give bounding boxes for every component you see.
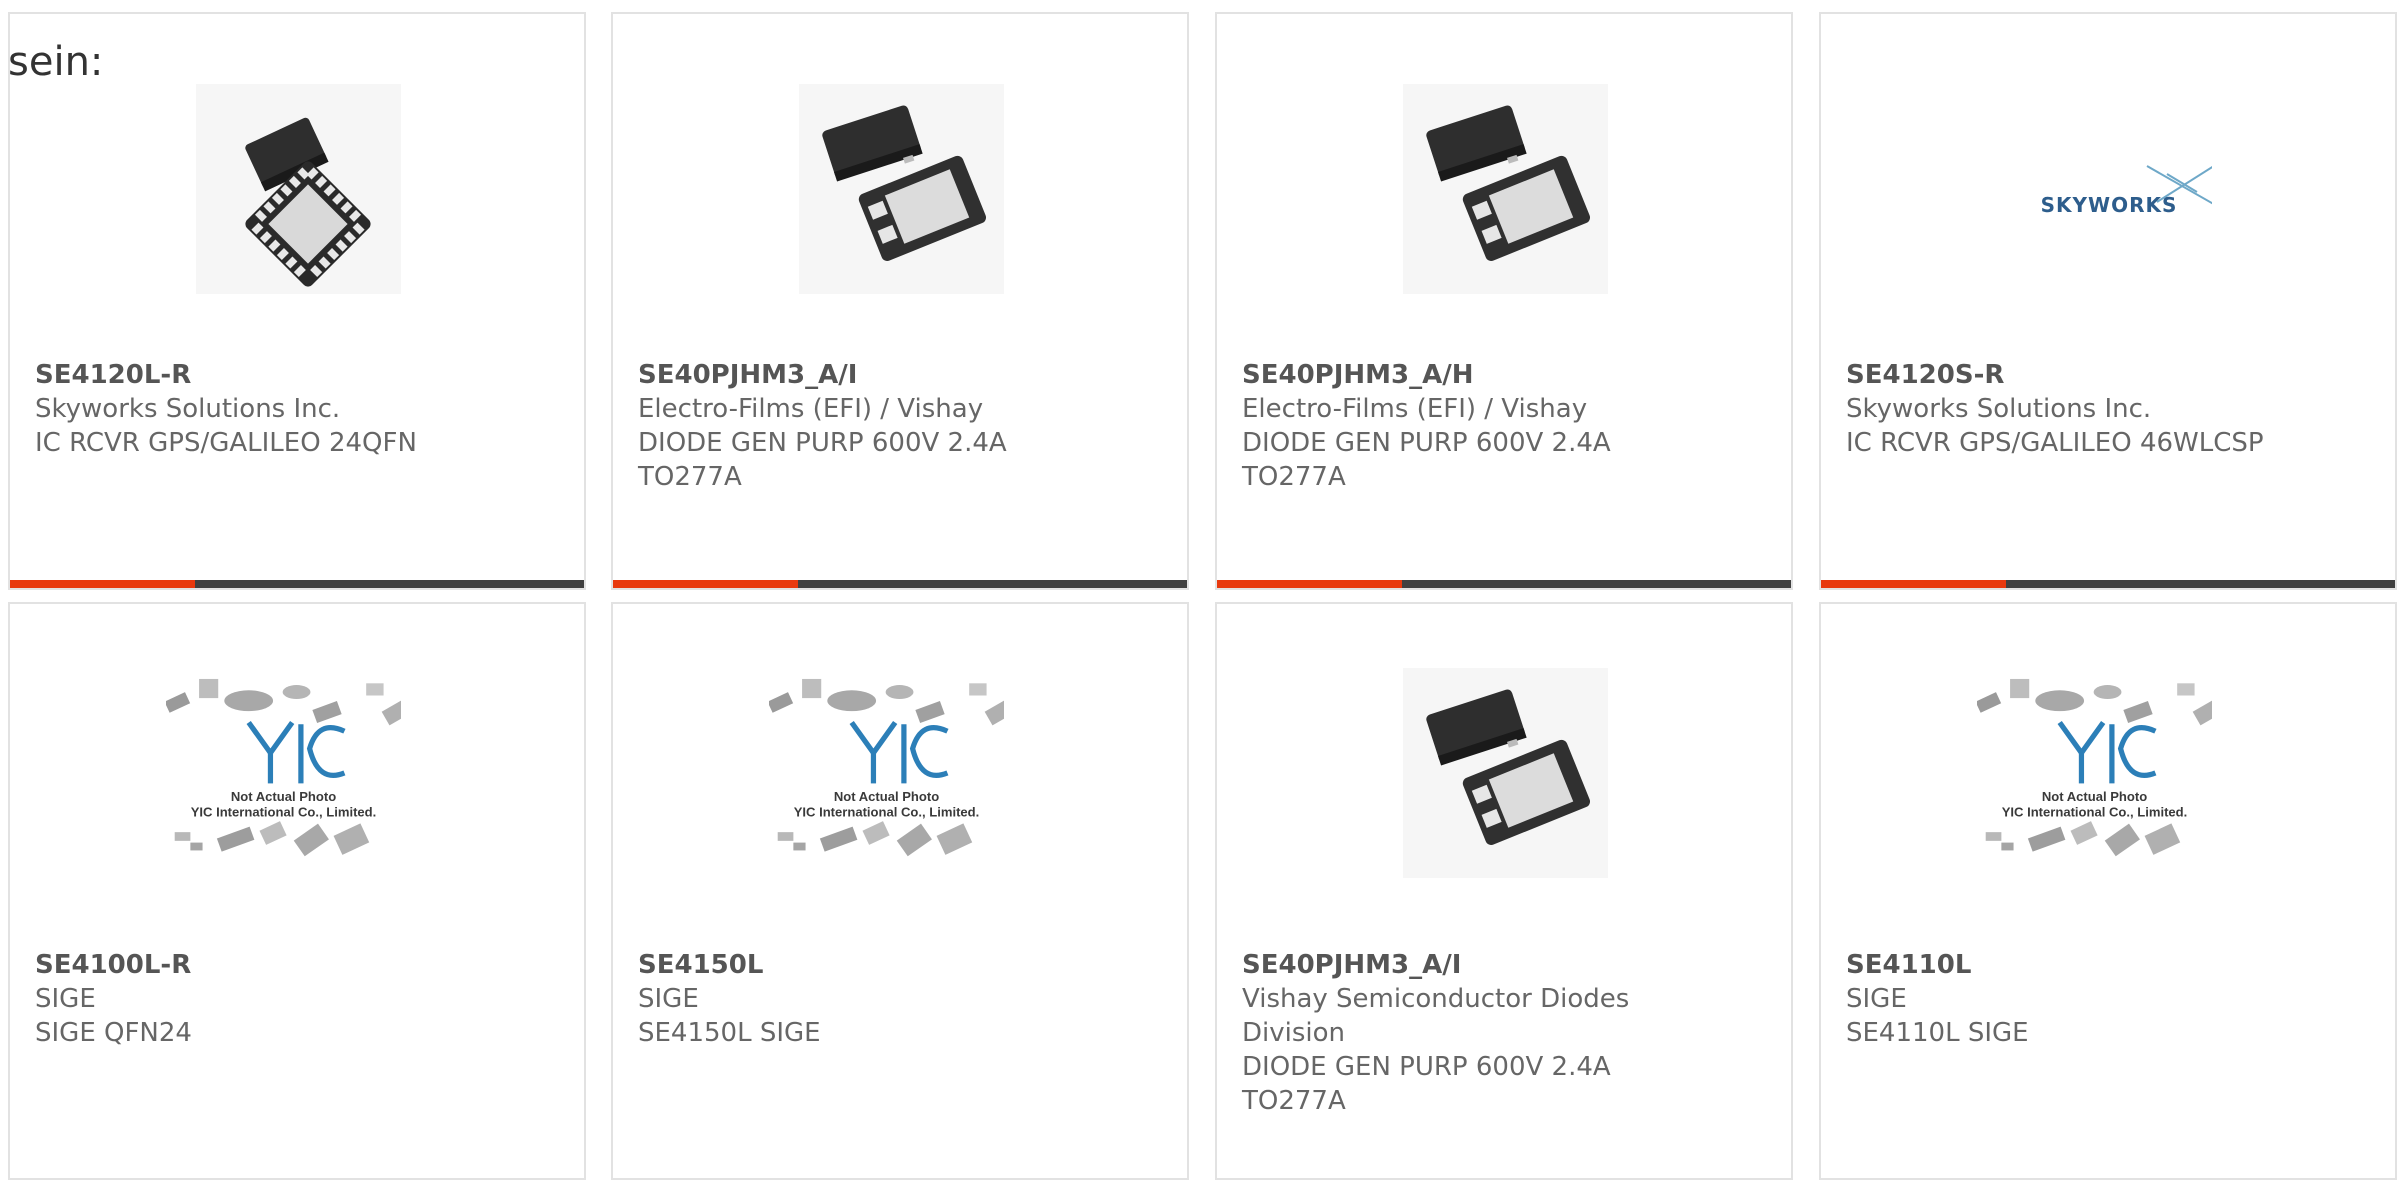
manufacturer-name: SIGE <box>35 984 96 1014</box>
card-accent-strip <box>1217 580 1402 588</box>
manufacturer-name: Electro-Films (EFI) / Vishay <box>1242 394 1588 424</box>
part-number-link[interactable]: SE4150L <box>638 948 1167 982</box>
product-info: SE4120S-R Skyworks Solutions Inc. IC RCVR … <box>1846 358 2375 460</box>
manufacturer-name: SIGE <box>1846 984 1907 1014</box>
product-image[interactable] <box>1403 668 1608 878</box>
product-card[interactable]: Not Actual Photo YIC International Co., … <box>611 602 1189 1180</box>
product-description-line: DIODE GEN PURP 600V 2.4A <box>1242 1052 1611 1082</box>
svg-text:SKYWORKS: SKYWORKS <box>2041 193 2178 217</box>
product-info: SE40PJHM3_A/H Electro-Films (EFI) / Visha… <box>1242 358 1771 494</box>
part-number-link[interactable]: SE40PJHM3_A/I <box>638 358 1167 392</box>
svg-text:Not Actual Photo: Not Actual Photo <box>2042 789 2147 804</box>
part-number-link[interactable]: SE4100L-R <box>35 948 564 982</box>
not-actual-photo-image[interactable]: Not Actual Photo YIC International Co., … <box>166 668 401 878</box>
part-number-link[interactable]: SE4120L-R <box>35 358 564 392</box>
product-description-line: TO277A <box>638 462 742 492</box>
product-info: SE4100L-R SIGE SIGE QFN24 <box>35 948 564 1050</box>
svg-text:Not Actual Photo: Not Actual Photo <box>834 789 939 804</box>
part-number-link[interactable]: SE40PJHM3_A/H <box>1242 358 1771 392</box>
card-accent-strip <box>613 580 798 588</box>
product-description-line: SIGE QFN24 <box>35 1018 192 1048</box>
product-description-line: IC RCVR GPS/GALILEO 46WLCSP <box>1846 428 2264 458</box>
product-info: SE40PJHM3_A/I Electro-Films (EFI) / Visha… <box>638 358 1167 494</box>
product-card[interactable]: SE4120L-R Skyworks Solutions Inc. IC RCVR … <box>8 12 586 590</box>
product-image[interactable] <box>1403 84 1608 294</box>
svg-text:YIC International Co., Limited: YIC International Co., Limited. <box>191 804 377 819</box>
product-card[interactable]: Not Actual Photo YIC International Co., … <box>8 602 586 1180</box>
card-bottom-bar <box>613 580 1187 588</box>
product-card[interactable]: SE40PJHM3_A/H Electro-Films (EFI) / Visha… <box>1215 12 1793 590</box>
manufacturer-name: Skyworks Solutions Inc. <box>35 394 341 424</box>
manufacturer-name: Vishay Semiconductor Diodes <box>1242 984 1630 1014</box>
manufacturer-name: SIGE <box>638 984 699 1014</box>
card-bottom-bar <box>1217 580 1791 588</box>
not-actual-photo-image[interactable]: Not Actual Photo YIC International Co., … <box>1977 668 2212 878</box>
product-description-line: SE4110L SIGE <box>1846 1018 2029 1048</box>
svg-text:Not Actual Photo: Not Actual Photo <box>231 789 336 804</box>
product-card[interactable]: SKYWORKS SE4120S-R Skyworks Solutions Inc… <box>1819 12 2397 590</box>
product-description-line: DIODE GEN PURP 600V 2.4A <box>1242 428 1611 458</box>
part-number-link[interactable]: SE4120S-R <box>1846 358 2375 392</box>
card-bottom-bar <box>10 580 584 588</box>
product-card[interactable]: SE40PJHM3_A/I Vishay Semiconductor Diodes… <box>1215 602 1793 1180</box>
product-info: SE40PJHM3_A/I Vishay Semiconductor Diodes… <box>1242 948 1771 1118</box>
product-description-line: TO277A <box>1242 1086 1346 1116</box>
card-accent-strip <box>1821 580 2006 588</box>
card-accent-strip <box>10 580 195 588</box>
product-info: SE4150L SIGE SE4150L SIGE <box>638 948 1167 1050</box>
product-card[interactable]: Not Actual Photo YIC International Co., … <box>1819 602 2397 1180</box>
not-actual-photo-image[interactable]: Not Actual Photo YIC International Co., … <box>769 668 1004 878</box>
svg-text:YIC International Co., Limited: YIC International Co., Limited. <box>794 804 980 819</box>
product-card[interactable]: SE40PJHM3_A/I Electro-Films (EFI) / Visha… <box>611 12 1189 590</box>
card-bottom-bar <box>1821 580 2395 588</box>
product-image[interactable] <box>799 84 1004 294</box>
product-description-line: Division <box>1242 1018 1346 1048</box>
product-info: SE4120L-R Skyworks Solutions Inc. IC RCVR … <box>35 358 564 460</box>
part-number-link[interactable]: SE40PJHM3_A/I <box>1242 948 1771 982</box>
product-description-line: TO277A <box>1242 462 1346 492</box>
product-image[interactable] <box>196 84 401 294</box>
manufacturer-name: Skyworks Solutions Inc. <box>1846 394 2152 424</box>
product-description-line: IC RCVR GPS/GALILEO 24QFN <box>35 428 417 458</box>
skyworks-logo-image[interactable]: SKYWORKS <box>2007 84 2212 294</box>
product-info: SE4110L SIGE SE4110L SIGE <box>1846 948 2375 1050</box>
manufacturer-name: Electro-Films (EFI) / Vishay <box>638 394 984 424</box>
intro-text: sein: <box>8 39 104 85</box>
svg-text:YIC International Co., Limited: YIC International Co., Limited. <box>2002 804 2188 819</box>
product-description-line: DIODE GEN PURP 600V 2.4A <box>638 428 1007 458</box>
product-description-line: SE4150L SIGE <box>638 1018 821 1048</box>
part-number-link[interactable]: SE4110L <box>1846 948 2375 982</box>
